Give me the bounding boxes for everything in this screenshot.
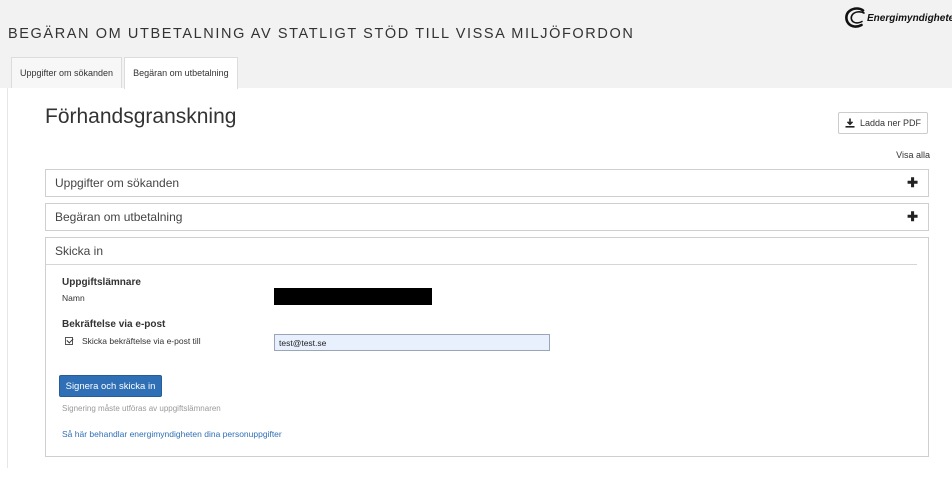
panel-header-skicka-in[interactable]: Skicka in	[46, 238, 917, 265]
tab-begaran-om-utbetalning[interactable]: Begäran om utbetalning	[124, 57, 238, 89]
panel-header-begaran-om-utbetalning[interactable]: Begäran om utbetalning ✚	[46, 204, 928, 230]
energimyndigheten-logo-icon	[845, 7, 865, 28]
download-pdf-button[interactable]: Ladda ner PDF	[838, 112, 928, 134]
plus-icon[interactable]: ✚	[907, 170, 918, 196]
tab-uppgifter-om-sokanden[interactable]: Uppgifter om sökanden	[11, 57, 123, 88]
panel-title: Begäran om utbetalning	[55, 210, 183, 224]
energimyndigheten-logo[interactable]: Energimyndigheten	[843, 6, 952, 30]
panel-begaran-om-utbetalning: Begäran om utbetalning ✚	[45, 203, 929, 231]
signing-hint: Signering måste utföras av uppgiftslämna…	[62, 404, 221, 413]
checkbox-label: Skicka bekräftelse via e-post till	[82, 336, 201, 346]
plus-icon[interactable]: ✚	[907, 204, 918, 230]
panel-uppgifter-om-sokanden: Uppgifter om sökanden ✚	[45, 169, 929, 197]
confirmation-heading: Bekräftelse via e-post	[62, 319, 166, 330]
panel-header-uppgifter-om-sokanden[interactable]: Uppgifter om sökanden ✚	[46, 170, 928, 196]
panel-skicka-in: Skicka in Uppgiftslämnare Namn Bekräftel…	[45, 237, 929, 457]
app-title: BEGÄRAN OM UTBETALNING AV STATLIGT STÖD …	[8, 26, 635, 42]
reporter-heading: Uppgiftslämnare	[62, 277, 141, 288]
app-header: BEGÄRAN OM UTBETALNING AV STATLIGT STÖD …	[0, 0, 952, 89]
download-icon	[845, 118, 855, 128]
tab-bar: Uppgifter om sökanden Begäran om utbetal…	[11, 57, 240, 89]
email-confirmation-checkbox[interactable]	[65, 337, 73, 345]
panel-title: Uppgifter om sökanden	[55, 176, 180, 190]
sign-and-submit-button[interactable]: Signera och skicka in	[59, 375, 162, 397]
show-all-link[interactable]: Visa alla	[896, 150, 930, 160]
page-title: Förhandsgranskning	[45, 105, 237, 128]
download-pdf-label: Ladda ner PDF	[859, 118, 922, 128]
email-field[interactable]	[274, 334, 550, 351]
panel-title: Skicka in	[55, 244, 104, 258]
redacted-name-value	[274, 288, 432, 305]
privacy-link[interactable]: Så här behandlar energimyndigheten dina …	[62, 429, 282, 439]
content-border	[7, 88, 8, 468]
name-label: Namn	[62, 293, 85, 303]
logo-text: Energimyndigheten	[867, 12, 952, 24]
